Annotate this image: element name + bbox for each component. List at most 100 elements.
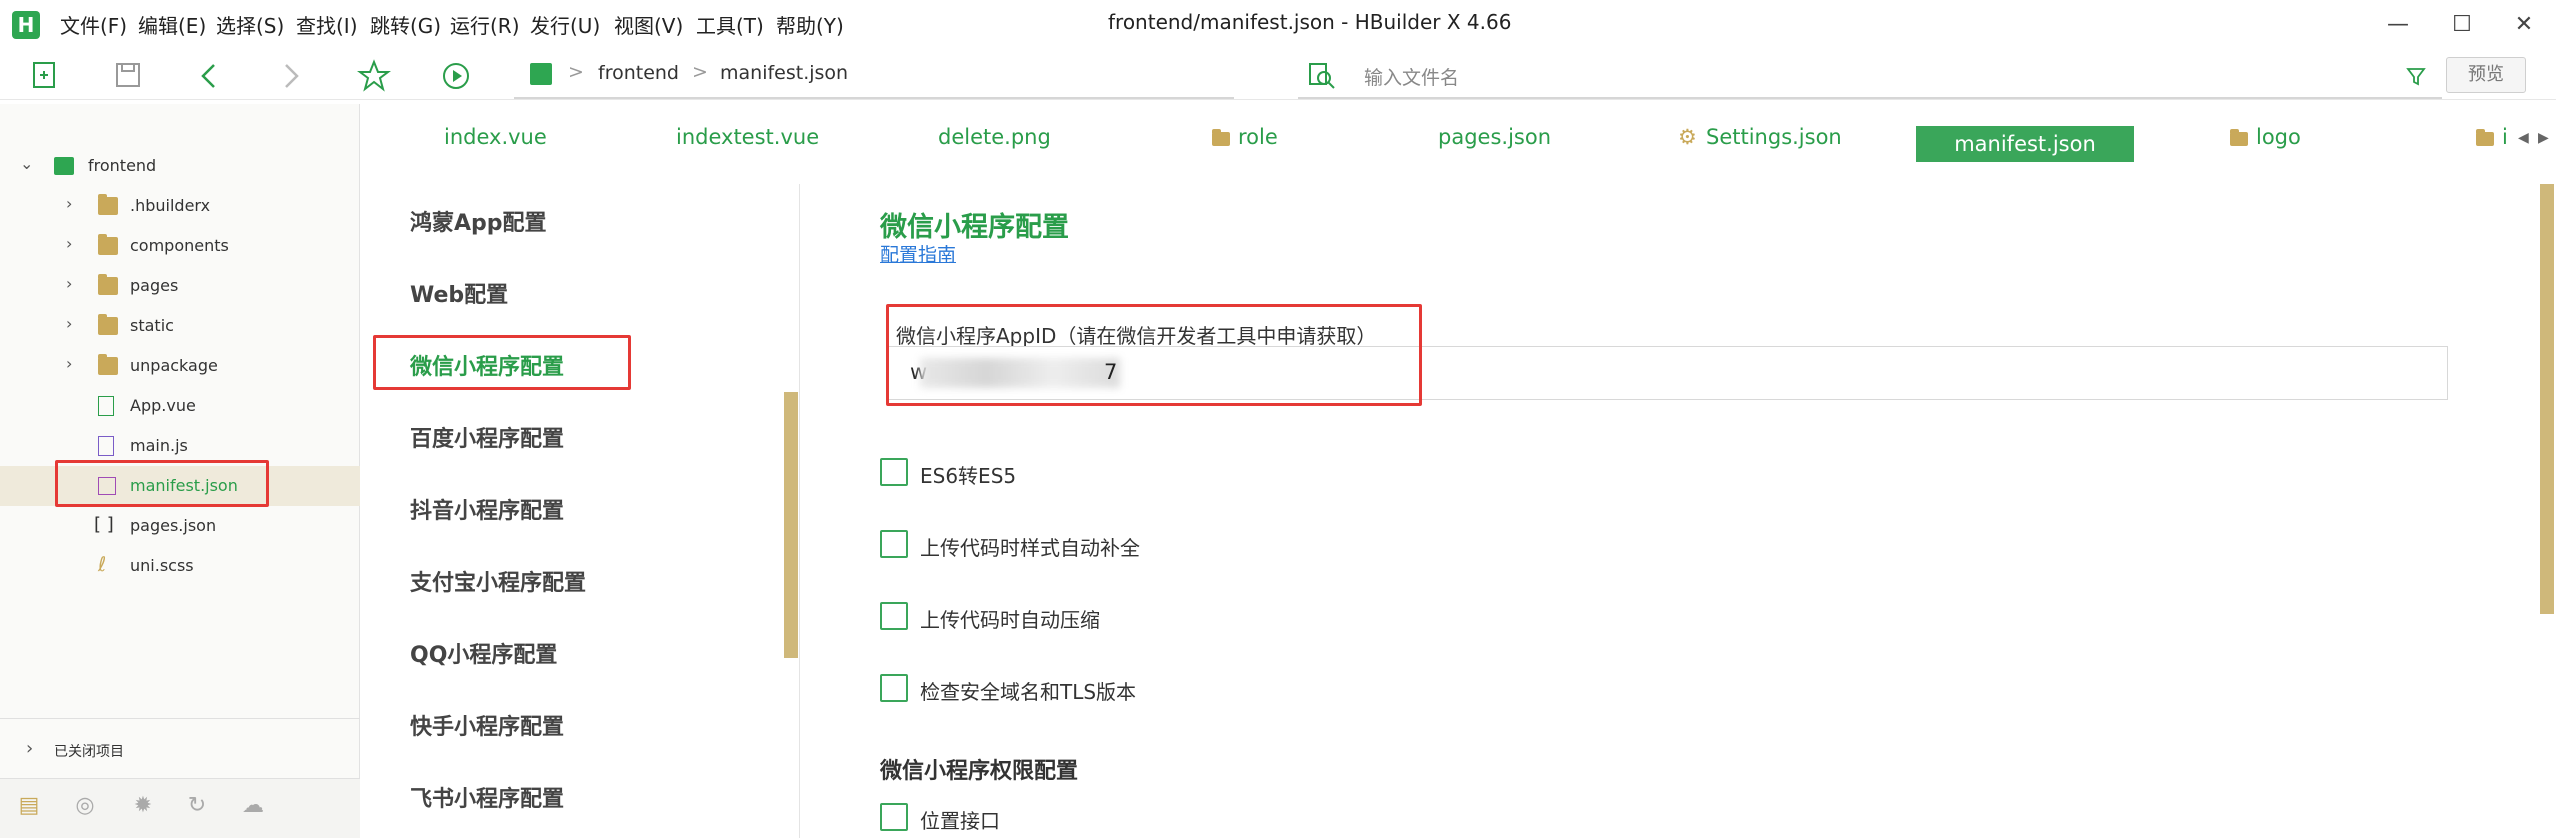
highlight-box-appid [886,304,1422,406]
menu-tools[interactable]: 工具(T) [696,10,764,39]
forward-icon[interactable] [272,58,308,94]
checkbox-label: 上传代码时样式自动补全 [920,536,1140,560]
checkbox-icon[interactable] [880,602,908,630]
tree-item-label: static [130,316,174,335]
project-icon [530,63,552,85]
debug-icon[interactable]: ✹ [128,791,158,821]
tree-item-label: pages.json [130,516,217,535]
nav-kuaishou-mp[interactable]: 快手小程序配置 [410,709,564,741]
tab-scroll-right-icon[interactable]: ▶ [2538,130,2549,146]
menu-find[interactable]: 查找(I) [296,10,358,39]
project-tab-icon[interactable]: ▤ [14,791,44,821]
file-search-box[interactable] [1298,55,2442,99]
search-input[interactable]: 输入文件名 [1364,63,1459,90]
nav-qq-mp[interactable]: QQ小程序配置 [410,637,557,669]
back-icon[interactable] [192,58,228,94]
menu-view[interactable]: 视图(V) [614,10,683,39]
checkbox-label: 位置接口 [920,809,1000,833]
tab-logo[interactable]: logo [2256,125,2301,149]
folder-icon [2230,129,2248,146]
minimize-icon[interactable]: — [2378,8,2418,42]
checkbox-icon[interactable] [880,674,908,702]
favorite-icon[interactable] [356,58,392,94]
tree-item-pages[interactable]: › pages [0,266,360,306]
tree-item-label: pages [130,276,179,295]
app-logo-icon: H [12,11,40,39]
nav-harmony-app[interactable]: 鸿蒙App配置 [410,205,547,237]
tab-indextest-vue[interactable]: indextest.vue [676,125,819,149]
folder-icon [98,314,118,335]
cloud-icon[interactable]: ☁ [238,791,268,821]
menu-publish[interactable]: 发行(U) [530,10,600,39]
tree-item-pages-json[interactable]: [ ] pages.json [0,506,360,546]
close-icon[interactable]: ✕ [2504,8,2544,42]
tree-item-label: unpackage [130,356,218,375]
breadcrumb-sep-icon: > [568,61,584,83]
menu-run[interactable]: 运行(R) [450,10,520,39]
menu-select[interactable]: 选择(S) [216,10,284,39]
tree-item-label: .hbuilderx [130,196,211,215]
config-guide-link[interactable]: 配置指南 [880,240,956,267]
maximize-icon[interactable]: ☐ [2442,8,2482,42]
tab-manifest-json[interactable]: manifest.json [1916,126,2134,162]
tree-item-app-vue[interactable]: App.vue [0,386,360,426]
binoculars-icon[interactable]: ◎ [70,791,100,821]
highlight-box-weixin-nav [373,335,631,390]
chevron-down-icon: ⌄ [20,154,34,173]
gear-icon: ⚙ [1678,125,1697,149]
tab-scroll-left-icon[interactable]: ◀ [2518,130,2529,146]
closed-projects[interactable]: 已关闭项目 [54,741,124,761]
menu-file[interactable]: 文件(F) [60,10,127,39]
permission-section-title: 微信小程序权限配置 [880,759,1079,784]
nav-feishu-mp[interactable]: 飞书小程序配置 [410,781,564,813]
folder-icon [98,234,118,255]
tree-item-components[interactable]: › components [0,226,360,266]
tree-item-label: uni.scss [130,556,194,575]
tree-item-label: frontend [88,156,157,175]
tree-item-uni-scss[interactable]: ℓ uni.scss [0,546,360,586]
checkbox-icon[interactable] [880,530,908,558]
git-icon[interactable]: ↻ [182,791,212,821]
tab-index-vue[interactable]: index.vue [444,125,547,149]
menu-edit[interactable]: 编辑(E) [138,10,206,39]
highlight-box-manifest [55,460,269,507]
breadcrumb-file[interactable]: manifest.json [720,62,848,84]
folder-icon [1212,129,1230,146]
nav-douyin-mp[interactable]: 抖音小程序配置 [410,493,564,525]
save-icon[interactable] [110,58,146,94]
checkbox-icon[interactable] [880,458,908,486]
nav-alipay-mp[interactable]: 支付宝小程序配置 [410,565,586,597]
new-file-icon[interactable] [26,58,62,94]
nav-web[interactable]: Web配置 [410,277,508,309]
chevron-right-icon: › [66,274,73,293]
tab-delete-png[interactable]: delete.png [938,125,1051,149]
folder-icon [98,354,118,375]
tree-item-unpackage[interactable]: › unpackage [0,346,360,386]
tab-pages-json[interactable]: pages.json [1438,125,1551,149]
folder-icon [98,194,118,215]
main-scrollbar[interactable] [2540,184,2554,614]
run-icon[interactable] [438,58,474,94]
checkbox-icon[interactable] [880,803,908,831]
tree-item-static[interactable]: › static [0,306,360,346]
menu-help[interactable]: 帮助(Y) [776,10,844,39]
checkbox-label: ES6转ES5 [920,464,1017,488]
scss-file-icon: ℓ [98,552,107,576]
breadcrumb-project[interactable]: frontend [598,62,679,84]
tab-overflow[interactable]: i [2502,125,2508,149]
filter-icon[interactable] [2404,64,2428,88]
checkbox-label: 上传代码时自动压缩 [920,608,1100,632]
menu-goto[interactable]: 跳转(G) [370,10,441,39]
nav-baidu-mp[interactable]: 百度小程序配置 [410,421,564,453]
tab-settings-json[interactable]: Settings.json [1706,125,1842,149]
preview-button[interactable]: 预览 [2446,57,2526,93]
tab-role[interactable]: role [1238,125,1278,149]
tree-project-frontend[interactable]: ⌄ frontend [0,146,360,186]
tree-item-label: App.vue [130,396,196,415]
tree-item-label: main.js [130,436,188,455]
menu-bar: H 文件(F) 编辑(E) 选择(S) 查找(I) 跳转(G) 运行(R) 发行… [0,0,2556,50]
chevron-right-icon[interactable]: › [26,738,33,759]
tree-item-hbuilderx[interactable]: › .hbuilderx [0,186,360,226]
chevron-right-icon: › [66,314,73,333]
nav-scrollbar[interactable] [784,392,798,658]
